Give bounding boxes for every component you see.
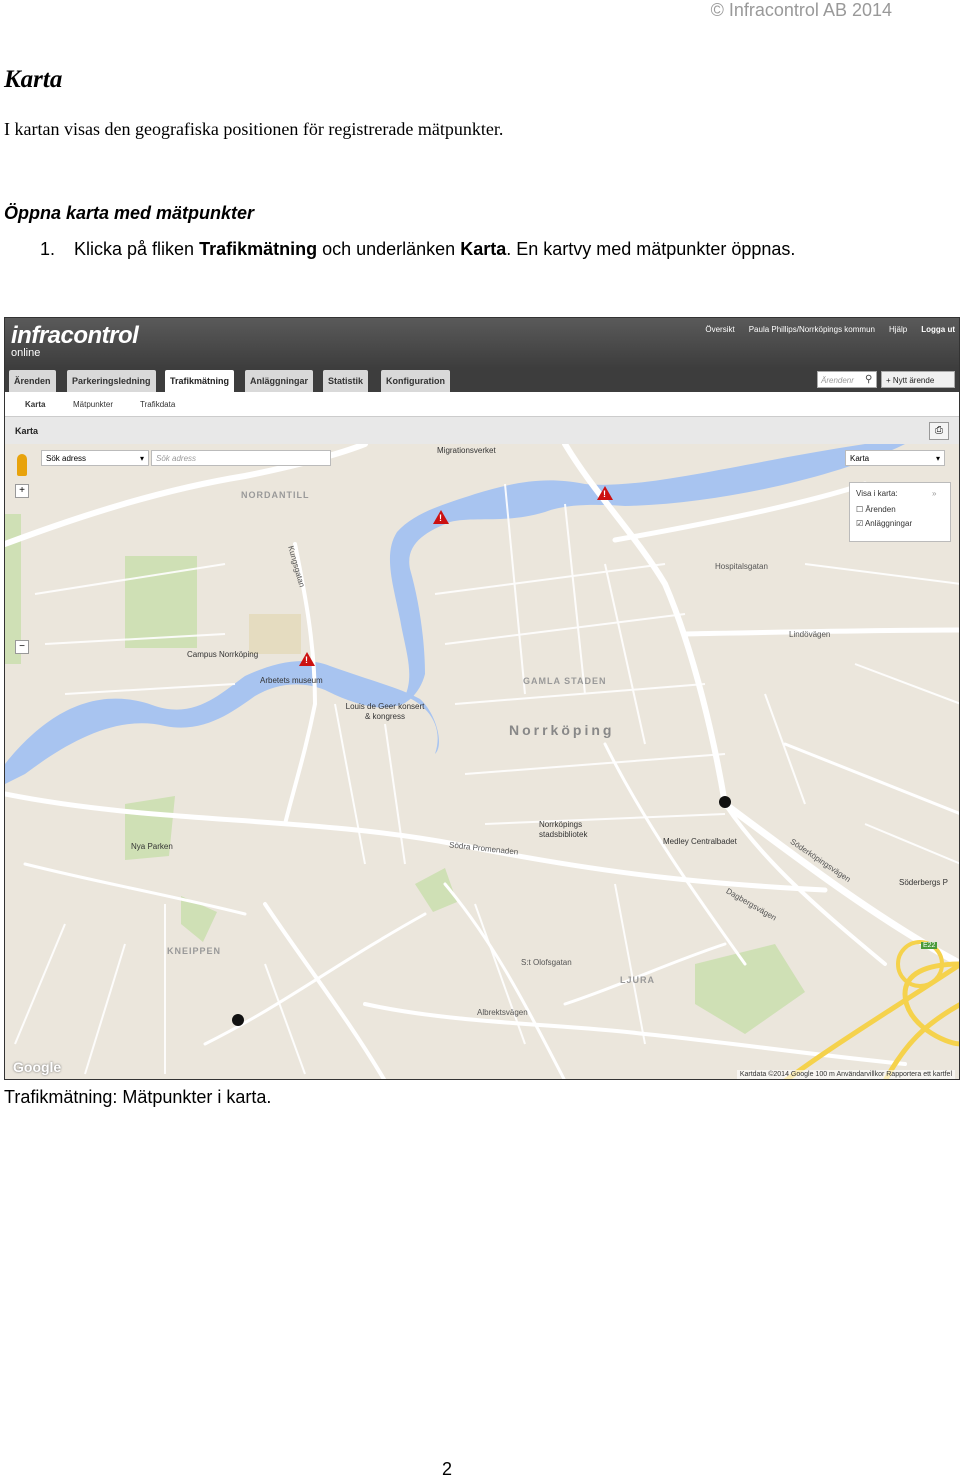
user-link[interactable]: Paula Phillips/Norrköpings kommun: [749, 325, 875, 334]
map-canvas: [5, 444, 959, 1079]
page-number: 2: [442, 1459, 453, 1479]
map-attribution[interactable]: Kartdata ©2014 Google 100 m Användarvill…: [736, 1070, 955, 1079]
address-select[interactable]: Sök adress ▾: [41, 450, 149, 466]
road-shield: E22: [921, 942, 938, 949]
map-label: KNEIPPEN: [167, 946, 222, 956]
address-select-label: Sök adress: [46, 454, 87, 463]
tab-trafikmatning[interactable]: Trafikmätning: [165, 370, 235, 392]
panel-title: Karta: [15, 426, 39, 436]
tab-parkeringsledning[interactable]: Parkeringsledning: [67, 370, 156, 392]
warning-marker-icon[interactable]: [597, 486, 613, 500]
map-label: Medley Centralbadet: [663, 837, 737, 846]
logout-link[interactable]: Logga ut: [921, 325, 955, 334]
step-text-2: och underlänken: [317, 239, 461, 259]
tab-arenden[interactable]: Ärenden: [9, 370, 56, 392]
step-text-3: . En kartvy med mätpunkter öppnas.: [506, 239, 796, 259]
warning-marker-icon[interactable]: [299, 652, 315, 666]
layers-panel: Visa i karta: » ☐ Ärenden ☑ Anläggningar: [849, 482, 951, 542]
subsection-title: Öppna karta med mätpunkter: [4, 203, 255, 223]
chevron-down-icon: ▾: [139, 454, 144, 463]
print-icon[interactable]: ⎙: [929, 422, 949, 440]
panel-header: Karta ⎙: [5, 416, 959, 445]
figure-caption: Trafikmätning: Mätpunkter i karta.: [4, 1087, 272, 1107]
step-number: 1.: [40, 239, 56, 259]
map-label: Lindövägen: [789, 630, 831, 639]
layer-arenden[interactable]: ☐ Ärenden: [856, 505, 896, 514]
step-1: 1. Klicka på fliken Trafikmätning och und…: [40, 239, 795, 260]
tab-anlaggningar[interactable]: Anläggningar: [245, 370, 313, 392]
map-label: Arbetets museum: [260, 676, 323, 685]
warning-marker-icon[interactable]: [433, 510, 449, 524]
search-icon[interactable]: ⚲: [865, 371, 877, 388]
map-label: NORDANTILL: [241, 490, 310, 500]
intro-text: I kartan visas den geografiska positione…: [4, 119, 504, 139]
sub-nav: Karta Mätpunkter Trafikdata: [5, 392, 959, 416]
map-type-select[interactable]: Karta ▾: [845, 450, 945, 466]
measurement-point-marker[interactable]: [232, 1014, 244, 1026]
map-label: GAMLA STADEN: [523, 676, 607, 686]
checkbox-checked-icon[interactable]: ☑: [856, 519, 863, 528]
tab-statistik[interactable]: Statistik: [323, 370, 369, 392]
chevron-down-icon: ▾: [935, 454, 940, 463]
layer-anlaggningar[interactable]: ☑ Anläggningar: [856, 519, 912, 528]
help-link[interactable]: Hjälp: [889, 325, 907, 334]
map-label: S:t Olofsgatan: [521, 958, 572, 967]
subnav-matpunkter[interactable]: Mätpunkter: [73, 400, 113, 409]
map-label: Norrköping: [509, 722, 615, 738]
map-type-label: Karta: [850, 454, 870, 463]
layer-anlaggningar-label: Anläggningar: [864, 519, 913, 528]
map-label: Migrationsverket: [437, 446, 496, 455]
layers-title: Visa i karta:: [856, 489, 898, 498]
map-label: Hospitalsgatan: [715, 562, 768, 571]
map-label: Louis de Geer konsert & kongress: [345, 702, 425, 721]
section-title: Karta: [4, 66, 63, 93]
address-search-input[interactable]: Sök adress: [151, 450, 331, 466]
layer-arenden-label: Ärenden: [865, 505, 896, 514]
top-links: Översikt Paula Phillips/Norrköpings komm…: [705, 325, 955, 334]
app-header: infracontrol online Översikt Paula Phill…: [5, 318, 959, 368]
zoom-in-icon[interactable]: +: [15, 484, 29, 498]
measurement-point-marker[interactable]: [719, 796, 731, 808]
app-screenshot: infracontrol online Översikt Paula Phill…: [4, 317, 960, 1080]
step-text-1: Klicka på fliken: [74, 239, 200, 259]
app-logo-sub: online: [11, 347, 41, 359]
map-label: Albrektsvägen: [477, 1008, 528, 1017]
map-label: Norrköpings stadsbibliotek: [539, 820, 588, 839]
app-logo: infracontrol: [11, 322, 139, 349]
pegman-icon[interactable]: [17, 454, 27, 476]
map-label: Campus Norrköping: [187, 650, 259, 659]
plus-icon: +: [886, 376, 893, 385]
google-logo: Google: [13, 1059, 62, 1075]
step-bold-tab: Trafikmätning: [199, 239, 318, 259]
new-case-button[interactable]: + Nytt ärende: [881, 371, 955, 388]
subnav-trafikdata[interactable]: Trafikdata: [140, 400, 175, 409]
step-bold-link: Karta: [460, 239, 507, 259]
tab-bar: Ärenden Parkeringsledning Trafikmätning …: [5, 368, 959, 392]
zoom-out-icon[interactable]: −: [15, 640, 29, 654]
copyright-header: © Infracontrol AB 2014: [710, 0, 892, 20]
map-label: LJURA: [620, 975, 656, 985]
collapse-icon[interactable]: »: [932, 489, 936, 498]
tab-konfiguration[interactable]: Konfiguration: [381, 370, 450, 392]
checkbox-unchecked-icon[interactable]: ☐: [856, 505, 863, 514]
overview-link[interactable]: Översikt: [705, 325, 734, 334]
subnav-karta[interactable]: Karta: [25, 400, 45, 409]
new-case-label: Nytt ärende: [892, 376, 935, 385]
map-view[interactable]: + − Sök adress ▾ Sök adress Karta ▾ Visa i…: [5, 444, 959, 1079]
map-label: Nya Parken: [131, 842, 173, 851]
map-label: Söderbergs P: [899, 878, 948, 887]
